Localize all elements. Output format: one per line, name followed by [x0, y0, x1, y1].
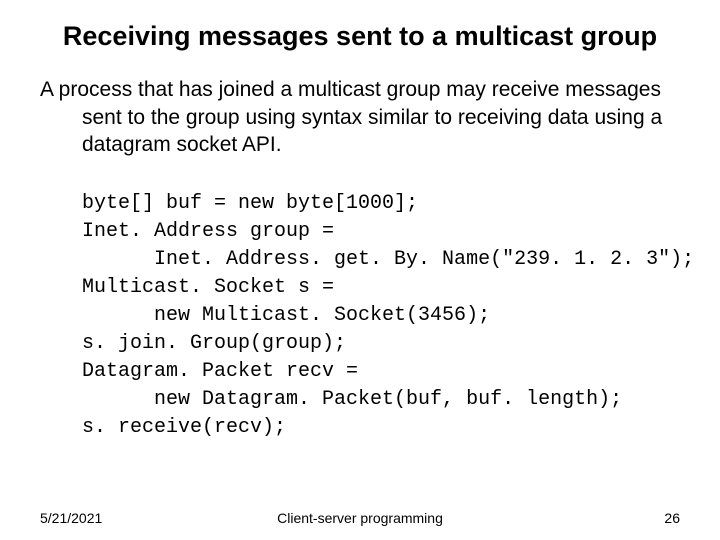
slide-title: Receiving messages sent to a multicast g…	[40, 18, 680, 54]
code-line: s. receive(recv);	[82, 416, 286, 439]
body-paragraph: A process that has joined a multicast gr…	[40, 76, 680, 158]
code-line: byte[] buf = new byte[1000];	[82, 192, 418, 215]
slide-footer: 5/21/2021 Client-server programming 26	[0, 510, 720, 526]
code-line: new Datagram. Packet(buf, buf. length);	[82, 388, 622, 411]
footer-page-number: 26	[664, 510, 680, 526]
code-line: s. join. Group(group);	[82, 332, 346, 355]
code-line: new Multicast. Socket(3456);	[82, 304, 490, 327]
code-line: Datagram. Packet recv =	[82, 360, 358, 383]
footer-title: Client-server programming	[277, 510, 443, 526]
paragraph-text: A process that has joined a multicast gr…	[40, 76, 680, 158]
code-line: Multicast. Socket s =	[82, 276, 334, 299]
footer-date: 5/21/2021	[40, 510, 102, 526]
code-line: Inet. Address group =	[82, 220, 334, 243]
code-line: Inet. Address. get. By. Name("239. 1. 2.…	[82, 248, 694, 271]
code-block: byte[] buf = new byte[1000]; Inet. Addre…	[40, 162, 680, 442]
